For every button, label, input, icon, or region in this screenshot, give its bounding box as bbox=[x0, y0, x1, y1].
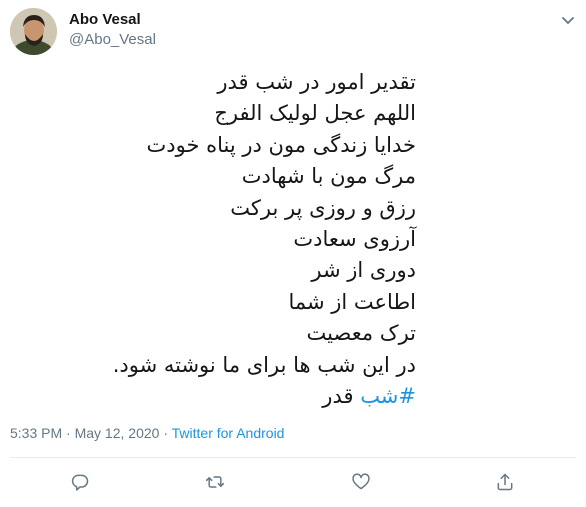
hashtag-link[interactable]: #شب bbox=[360, 384, 416, 408]
reply-button[interactable] bbox=[69, 471, 91, 493]
tweet-line: رزق و روزی پر برکت bbox=[230, 195, 416, 220]
hashtag-suffix: قدر bbox=[322, 384, 361, 409]
like-button[interactable] bbox=[350, 471, 372, 493]
tweet-line: آرزوی سعادت bbox=[293, 227, 416, 252]
chevron-down-icon bbox=[562, 17, 574, 24]
avatar[interactable] bbox=[10, 8, 57, 55]
tweet-line: دوری از شر bbox=[311, 258, 416, 283]
tweet-time[interactable]: 5:33 PM bbox=[10, 425, 62, 441]
tweet-line: مرگ مون با شهادت bbox=[241, 164, 416, 189]
author-handle[interactable]: @Abo_Vesal bbox=[69, 31, 156, 48]
tweet-line: اطاعت از شما bbox=[288, 289, 416, 314]
tweet-line: تقدیر امور در شب قدر bbox=[217, 70, 416, 94]
reply-icon bbox=[71, 474, 89, 491]
meta-separator: · bbox=[62, 425, 75, 441]
author-display-name[interactable]: Abo Vesal bbox=[69, 11, 141, 28]
tweet-metadata: 5:33 PM · May 12, 2020 · Twitter for And… bbox=[10, 425, 284, 441]
share-icon bbox=[497, 473, 513, 491]
tweet-text: تقدیر امور در شب قدر اللهم عجل لولیک الف… bbox=[16, 67, 416, 412]
tweet-line: ترک معصیت bbox=[306, 321, 416, 346]
tweet-source-link[interactable]: Twitter for Android bbox=[172, 425, 285, 441]
tweet-line: خدایا زندگی مون در پناه خودت bbox=[146, 132, 416, 157]
divider bbox=[10, 457, 576, 458]
tweet-hashtag-line: #شب قدر bbox=[16, 381, 416, 412]
more-options-button[interactable] bbox=[558, 10, 578, 30]
retweet-button[interactable] bbox=[204, 471, 226, 493]
avatar-image bbox=[10, 8, 57, 55]
share-button[interactable] bbox=[494, 471, 516, 493]
meta-separator: · bbox=[159, 425, 172, 441]
heart-icon bbox=[352, 473, 370, 490]
tweet-line: اللهم عجل لولیک الفرج bbox=[214, 101, 416, 126]
tweet-line: در این شب ها برای ما نوشته شود. bbox=[112, 352, 416, 377]
retweet-icon bbox=[205, 476, 225, 488]
tweet-card: Abo Vesal @Abo_Vesal تقدیر امور در شب قد… bbox=[0, 0, 586, 507]
tweet-date[interactable]: May 12, 2020 bbox=[75, 425, 160, 441]
